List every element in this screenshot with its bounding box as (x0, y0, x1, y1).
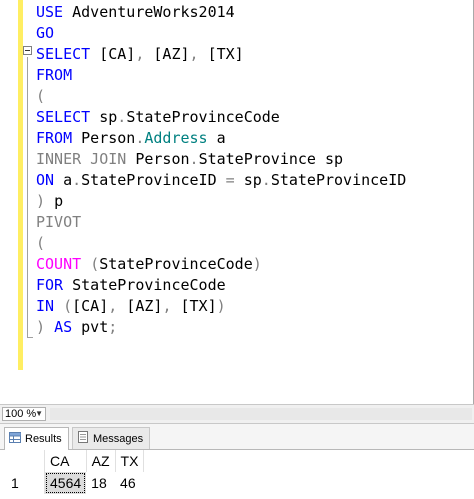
code-token: [CA] (72, 297, 109, 315)
code-line[interactable]: ) p (36, 191, 406, 212)
code-token: ; (108, 318, 118, 336)
code-token: sp (99, 108, 118, 126)
code-token: [CA] (99, 45, 136, 63)
results-tab-bar: Results Messages (0, 424, 474, 450)
code-token: pvt (81, 318, 109, 336)
code-line[interactable]: USE AdventureWorks2014 (36, 2, 406, 23)
code-token: a (63, 171, 73, 189)
grid-cell-az[interactable]: 18 (86, 472, 115, 494)
code-token: ( (36, 87, 46, 105)
code-token: StateProvinceCode (126, 108, 280, 126)
code-token: GO (36, 24, 55, 42)
code-token: = (225, 171, 244, 189)
tab-messages[interactable]: Messages (72, 427, 151, 449)
code-line[interactable]: PIVOT (36, 212, 406, 233)
code-token: . (117, 108, 127, 126)
code-token: , (108, 297, 127, 315)
code-token: . (261, 171, 271, 189)
table-row: 1 4564 18 46 (6, 472, 144, 494)
code-token: Person (135, 150, 190, 168)
code-token: ( (63, 297, 73, 315)
results-grid[interactable]: CA AZ TX 1 4564 18 46 (0, 450, 474, 499)
code-token: FROM (36, 66, 73, 84)
tab-results-label: Results (25, 433, 62, 445)
tab-messages-label: Messages (93, 432, 144, 445)
code-token: ( (36, 234, 46, 252)
code-token: Person (81, 129, 136, 147)
code-line[interactable]: IN ([CA], [AZ], [TX]) (36, 296, 406, 317)
code-token: , (189, 45, 208, 63)
code-line[interactable]: SELECT [CA], [AZ], [TX] (36, 44, 406, 65)
code-token: [AZ] (153, 45, 190, 63)
sql-code[interactable]: USE AdventureWorks2014 GO SELECT [CA], [AZ… (36, 2, 406, 338)
column-header-ca[interactable]: CA (44, 450, 87, 472)
grid-header-row: CA AZ TX (6, 450, 145, 472)
code-token: ) (36, 192, 55, 210)
code-token: ) (252, 255, 262, 273)
grid-icon (9, 432, 21, 446)
zoom-dropdown[interactable]: 100 % ▼ (2, 407, 46, 421)
code-token: StateProvinceCode (99, 255, 253, 273)
message-icon (77, 431, 89, 446)
collapse-region-icon[interactable] (23, 46, 32, 55)
code-token: AS (54, 318, 82, 336)
code-token: p (54, 192, 64, 210)
code-token: ON (36, 171, 64, 189)
horizontal-scrollbar[interactable] (50, 408, 472, 420)
code-token: ) (216, 297, 226, 315)
code-token: FOR (36, 276, 73, 294)
code-token: IN (36, 297, 64, 315)
query-editor[interactable]: USE AdventureWorks2014 GO SELECT [CA], [AZ… (0, 0, 474, 404)
code-token: [TX] (180, 297, 217, 315)
grid-cell-tx[interactable]: 46 (115, 472, 144, 494)
row-header-corner[interactable] (6, 450, 45, 472)
code-line[interactable]: INNER JOIN Person.StateProvince sp (36, 149, 406, 170)
code-token: [TX] (207, 45, 244, 63)
row-number[interactable]: 1 (6, 472, 45, 494)
code-token: [AZ] (126, 297, 163, 315)
code-token: AdventureWorks2014 (72, 3, 235, 21)
code-token: FROM (36, 129, 82, 147)
code-token: SELECT (36, 45, 100, 63)
code-token: StateProvince sp (198, 150, 344, 168)
editor-status-bar: 100 % ▼ (0, 404, 474, 424)
code-token: ) (36, 318, 55, 336)
column-header-az[interactable]: AZ (86, 450, 116, 472)
code-line[interactable]: ( (36, 86, 406, 107)
change-tracking-bar (18, 0, 23, 370)
code-token: . (189, 150, 199, 168)
code-line[interactable]: FROM (36, 65, 406, 86)
code-token: StateProvinceID (270, 171, 407, 189)
outline-end (27, 337, 33, 338)
code-line[interactable]: ) AS pvt; (36, 317, 406, 338)
column-header-tx[interactable]: TX (115, 450, 145, 472)
code-line[interactable]: SELECT sp.StateProvinceCode (36, 107, 406, 128)
code-line[interactable]: COUNT (StateProvinceCode) (36, 254, 406, 275)
code-line[interactable]: ON a.StateProvinceID = sp.StateProvinceI… (36, 170, 406, 191)
code-token: INNER JOIN (36, 150, 136, 168)
code-token: StateProvinceCode (72, 276, 226, 294)
code-token: COUNT (36, 255, 91, 273)
tab-results[interactable]: Results (4, 427, 69, 450)
code-token: USE (36, 3, 73, 21)
grid-cell-ca[interactable]: 4564 (44, 472, 87, 494)
code-token: StateProvinceID (81, 171, 226, 189)
code-token: ( (90, 255, 100, 273)
outline-line (27, 57, 28, 338)
code-token: , (135, 45, 154, 63)
code-line[interactable]: GO (36, 23, 406, 44)
code-line[interactable]: ( (36, 233, 406, 254)
chevron-down-icon: ▼ (35, 409, 43, 418)
code-token: sp (243, 171, 262, 189)
code-token: PIVOT (36, 213, 82, 231)
code-token: Address (144, 129, 208, 147)
code-line[interactable]: FOR StateProvinceCode (36, 275, 406, 296)
code-token: SELECT (36, 108, 100, 126)
code-token: a (207, 129, 226, 147)
zoom-level: 100 % (5, 408, 37, 420)
code-token: . (72, 171, 82, 189)
code-line[interactable]: FROM Person.Address a (36, 128, 406, 149)
code-token: , (162, 297, 181, 315)
